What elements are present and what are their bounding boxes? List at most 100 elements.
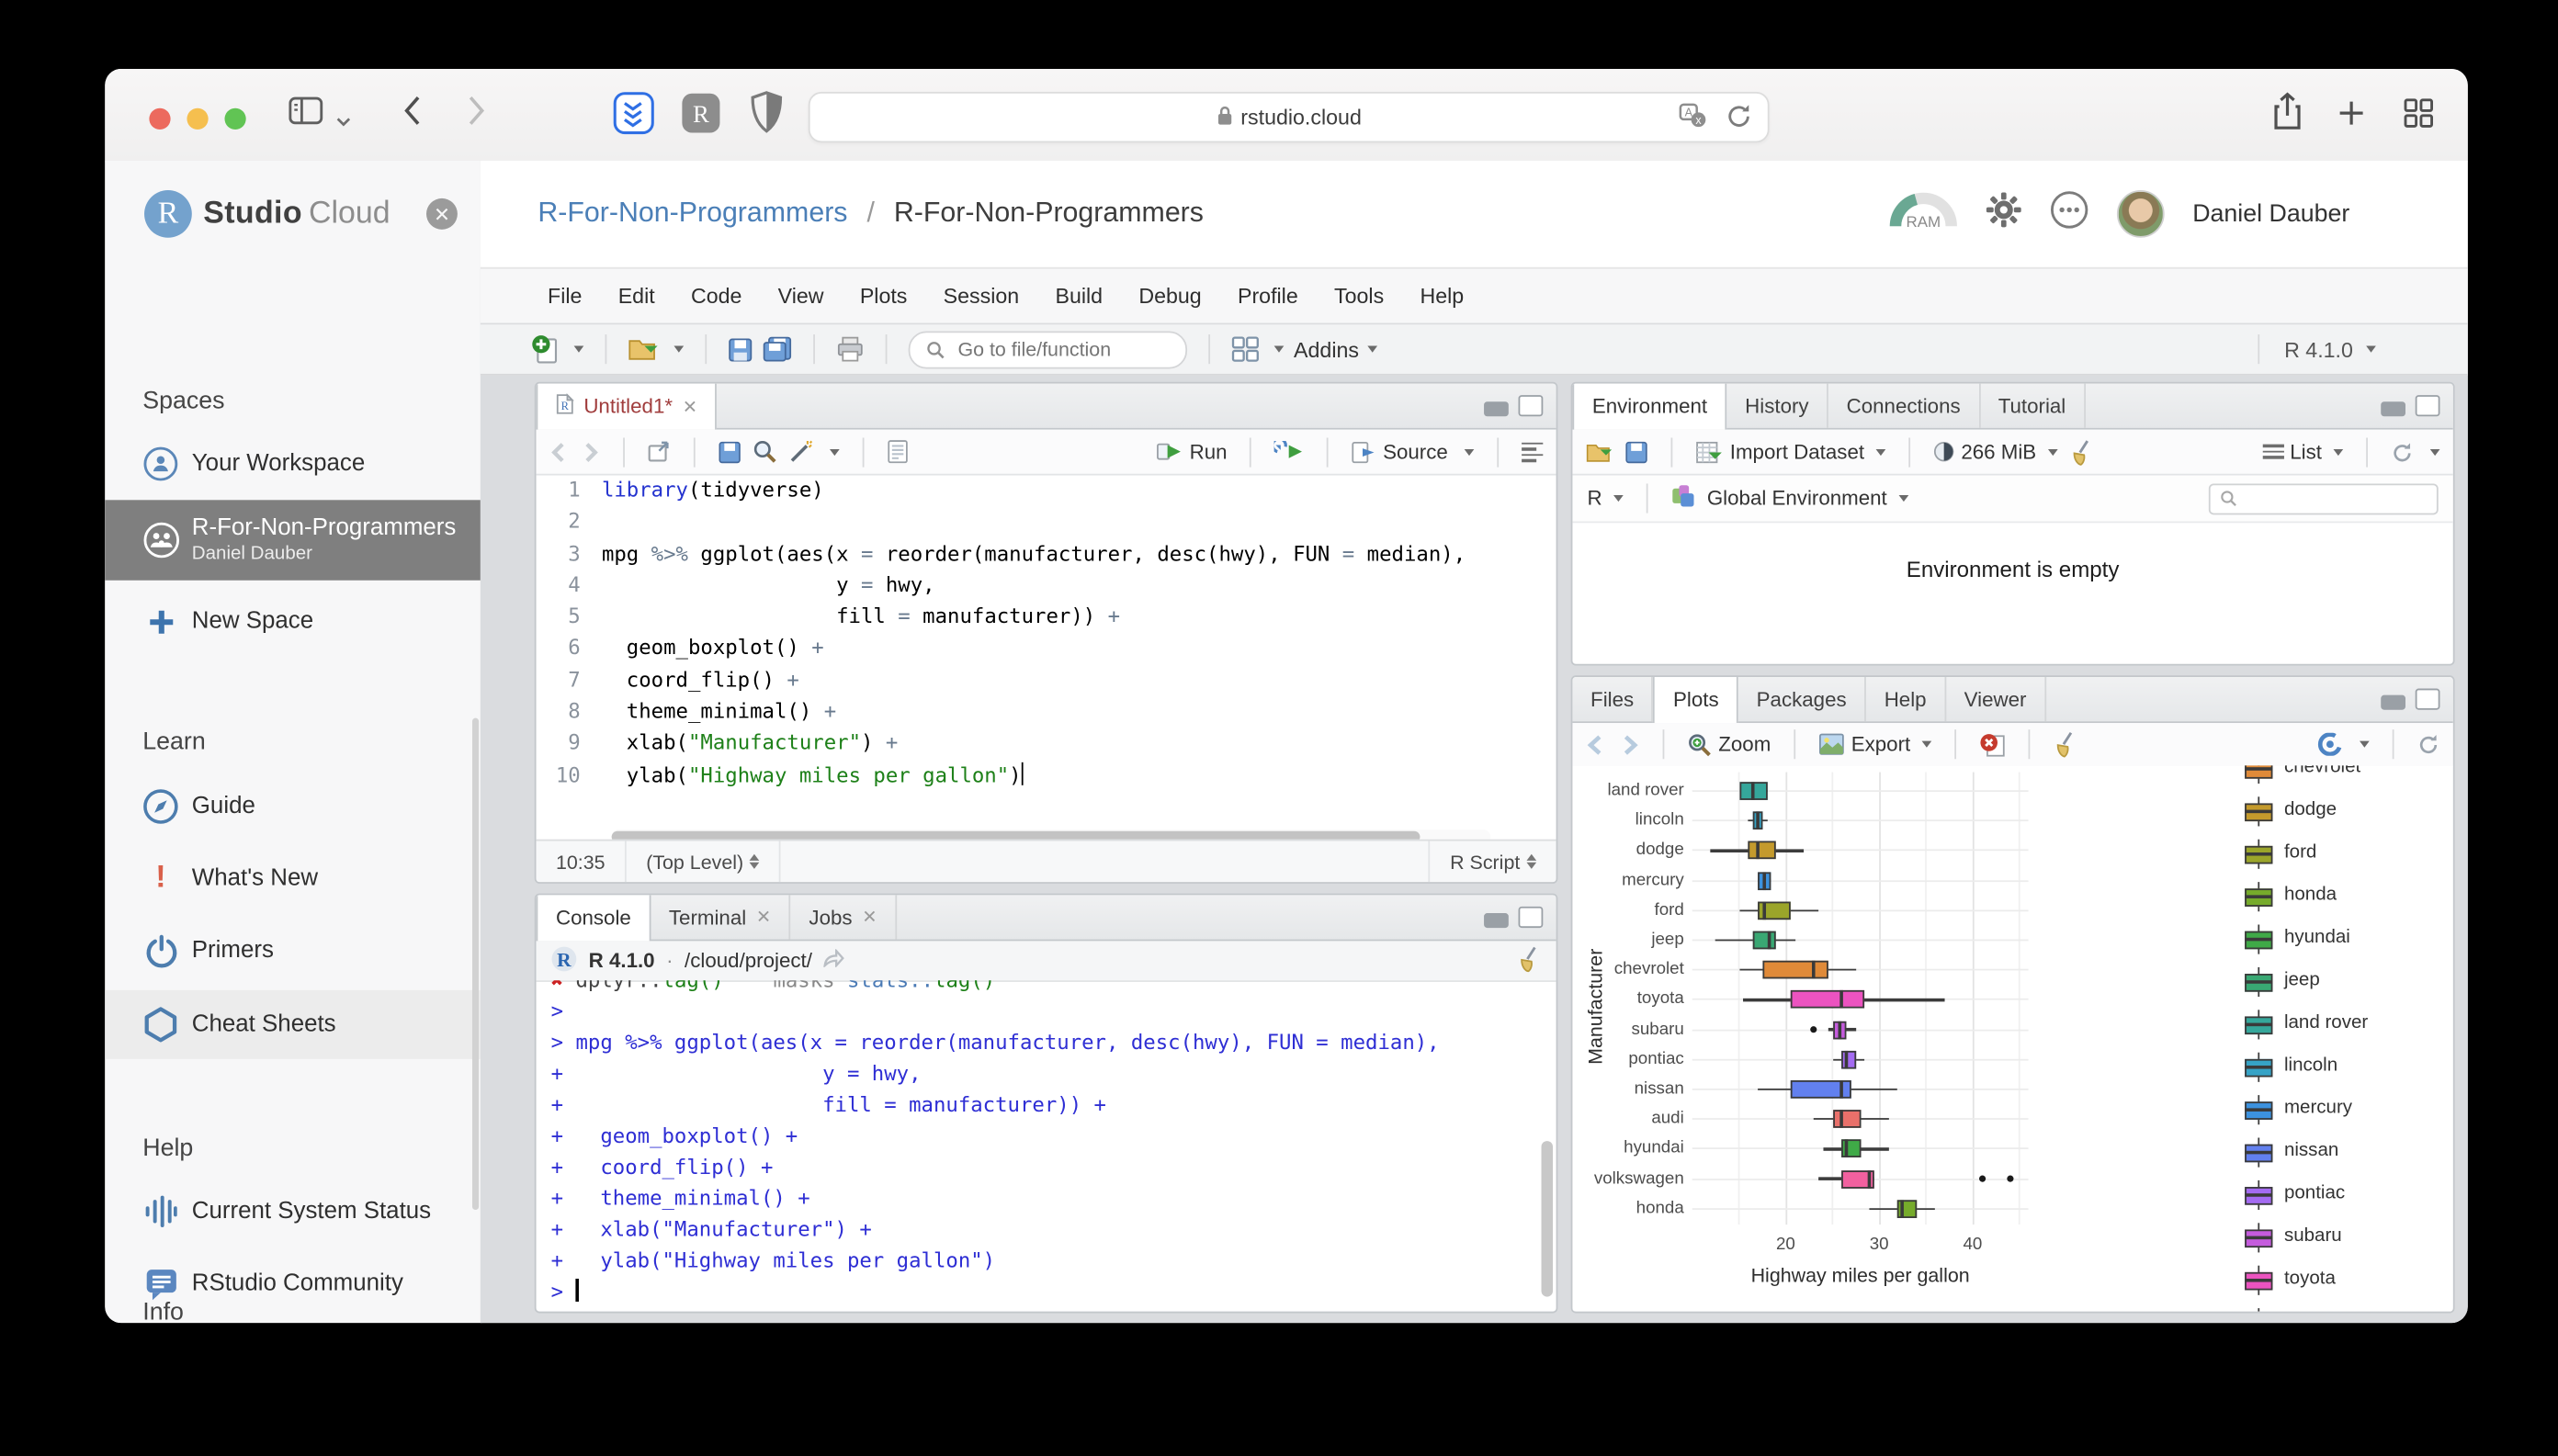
- sidebar-item-guide[interactable]: Guide: [105, 775, 481, 838]
- settings-gear-icon[interactable]: [1986, 191, 2021, 235]
- sidebar-item-cheat-sheets[interactable]: Cheat Sheets: [105, 989, 481, 1059]
- env-language-selector[interactable]: R: [1587, 487, 1624, 510]
- user-avatar[interactable]: [2117, 189, 2165, 237]
- sidebar-item-whats-new[interactable]: ! What's New: [105, 848, 481, 910]
- tab-packages[interactable]: Packages: [1738, 677, 1867, 722]
- maximize-pane-icon[interactable]: [1518, 395, 1544, 417]
- editor-save-icon[interactable]: [719, 440, 741, 463]
- document-outline-icon[interactable]: [1522, 438, 1544, 465]
- compile-notebook-icon[interactable]: [887, 439, 908, 464]
- find-icon[interactable]: [753, 439, 777, 464]
- env-clear-icon[interactable]: [2069, 438, 2094, 465]
- tab-untitled1[interactable]: R Untitled1* ✕: [536, 383, 718, 430]
- sidebar-close-icon[interactable]: ✕: [425, 198, 458, 230]
- breadcrumb-space-link[interactable]: R-For-Non-Programmers: [538, 197, 847, 228]
- tab-overview-icon[interactable]: [2404, 98, 2433, 136]
- sidebar-toggle-icon[interactable]: [289, 96, 323, 132]
- sidebar-item-new-space[interactable]: New Space: [105, 590, 481, 652]
- minimize-pane-icon[interactable]: [1484, 401, 1509, 417]
- menu-debug[interactable]: Debug: [1123, 277, 1218, 315]
- share-icon[interactable]: [2272, 92, 2302, 140]
- tab-terminal[interactable]: Terminal ✕: [651, 895, 791, 940]
- minimize-pane-icon[interactable]: [2381, 401, 2406, 417]
- maximize-pane-icon[interactable]: [2415, 688, 2440, 710]
- tab-plots[interactable]: Plots: [1653, 677, 1739, 724]
- memory-usage-button[interactable]: 266 MiB: [1933, 440, 2058, 463]
- plot-back-icon[interactable]: [1586, 734, 1607, 755]
- save-icon[interactable]: [728, 337, 753, 362]
- sidebar-chevron-icon[interactable]: [336, 107, 351, 136]
- goto-file-input[interactable]: [954, 335, 1170, 363]
- reload-icon[interactable]: [1726, 103, 1751, 137]
- source-caret[interactable]: [1464, 448, 1475, 456]
- open-file-icon[interactable]: [628, 336, 660, 363]
- maximize-pane-icon[interactable]: [2415, 395, 2440, 417]
- new-tab-icon[interactable]: [2338, 100, 2365, 134]
- run-button[interactable]: Run: [1157, 440, 1228, 463]
- env-load-icon[interactable]: [1586, 440, 1613, 463]
- scope-selector[interactable]: (Top Level): [627, 841, 782, 883]
- sidebar-scrollbar[interactable]: [471, 717, 480, 1211]
- publish-icon[interactable]: [2317, 732, 2344, 756]
- menu-plots[interactable]: Plots: [843, 277, 923, 315]
- goto-file-search[interactable]: [908, 330, 1188, 368]
- code-tools-wand-icon[interactable]: [788, 439, 813, 464]
- extension-checklist-icon[interactable]: [613, 92, 654, 142]
- plot-zoom-button[interactable]: Zoom: [1687, 732, 1771, 757]
- minimize-pane-icon[interactable]: [1484, 913, 1509, 929]
- menu-build[interactable]: Build: [1039, 277, 1119, 315]
- code-editor[interactable]: 1 library(tidyverse) 2 3 mpg %>% ggplot(aes(…: [537, 474, 1556, 825]
- extension-shield-icon[interactable]: [750, 90, 784, 142]
- tab-environment[interactable]: Environment: [1572, 383, 1727, 430]
- menu-help[interactable]: Help: [1404, 277, 1480, 315]
- clear-plots-icon[interactable]: [2053, 731, 2077, 758]
- environment-selector[interactable]: Global Environment: [1707, 487, 1908, 510]
- close-jobs-icon[interactable]: ✕: [862, 907, 877, 928]
- remove-plot-icon[interactable]: [1979, 731, 2006, 758]
- new-file-caret[interactable]: [573, 345, 584, 353]
- tab-tutorial[interactable]: Tutorial: [1980, 383, 2086, 428]
- plot-forward-icon[interactable]: [1618, 734, 1639, 755]
- editor-forward-icon[interactable]: [581, 442, 600, 462]
- panes-caret[interactable]: [1273, 345, 1285, 353]
- more-options-icon[interactable]: [2050, 189, 2089, 237]
- close-tab-icon[interactable]: ✕: [683, 396, 697, 417]
- back-button[interactable]: [403, 96, 422, 135]
- minimize-pane-icon[interactable]: [2381, 694, 2406, 710]
- sidebar-item-your-workspace[interactable]: Your Workspace: [105, 433, 481, 495]
- plot-export-button[interactable]: Export: [1818, 733, 1932, 756]
- env-refresh-icon[interactable]: [2391, 440, 2414, 463]
- zoom-window-button[interactable]: [224, 107, 246, 130]
- menu-edit[interactable]: Edit: [602, 277, 672, 315]
- menu-code[interactable]: Code: [674, 277, 758, 315]
- console-output[interactable]: ✖ dplyr::lag() masks stats::lag()>> mpg …: [537, 980, 1556, 1311]
- environment-search-input[interactable]: [2245, 487, 2428, 511]
- popout-icon[interactable]: [648, 441, 671, 462]
- menu-tools[interactable]: Tools: [1318, 277, 1400, 315]
- menu-profile[interactable]: Profile: [1221, 277, 1314, 315]
- r-version-menu[interactable]: R 4.1.0: [2258, 334, 2449, 365]
- forward-button[interactable]: [468, 96, 486, 135]
- import-dataset-button[interactable]: Import Dataset: [1695, 440, 1886, 463]
- clear-console-icon[interactable]: [1517, 945, 1542, 976]
- translate-icon[interactable]: Ax: [1679, 103, 1706, 137]
- sidebar-item-primers[interactable]: Primers: [105, 920, 481, 982]
- maximize-pane-icon[interactable]: [1518, 906, 1544, 929]
- close-window-button[interactable]: [149, 107, 171, 130]
- tab-connections[interactable]: Connections: [1828, 383, 1981, 428]
- env-refresh-caret[interactable]: [2429, 448, 2440, 456]
- doc-type-selector[interactable]: R Script: [1428, 841, 1556, 883]
- address-bar[interactable]: rstudio.cloud Ax: [808, 91, 1770, 143]
- publish-caret[interactable]: [2360, 740, 2370, 748]
- tab-files[interactable]: Files: [1572, 677, 1654, 722]
- code-tools-caret[interactable]: [830, 448, 840, 456]
- menu-session[interactable]: Session: [927, 277, 1036, 315]
- open-file-caret[interactable]: [673, 345, 685, 353]
- tab-jobs[interactable]: Jobs ✕: [791, 895, 898, 940]
- menu-file[interactable]: File: [531, 277, 598, 315]
- sidebar-item-space-selected[interactable]: R-For-Non-Programmers Daniel Dauber: [105, 500, 481, 581]
- environment-search[interactable]: [2208, 482, 2439, 514]
- addins-menu[interactable]: Addins: [1294, 337, 1377, 362]
- close-terminal-icon[interactable]: ✕: [756, 907, 771, 928]
- plots-refresh-icon[interactable]: [2417, 733, 2440, 756]
